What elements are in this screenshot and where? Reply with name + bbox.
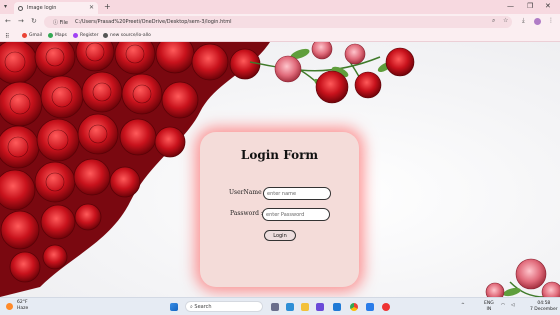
new-tab-button[interactable]: + <box>104 2 111 11</box>
menu-icon[interactable]: ⋮ <box>548 17 554 24</box>
taskbar-search[interactable]: ⌕ Search <box>185 301 263 312</box>
windows-taskbar: 62°F Haze ⌕ Search ^ ENG IN ◠ ◁ 04:58 7 Dec… <box>0 297 560 315</box>
language-indicator[interactable]: ENG IN <box>484 301 494 312</box>
bookmark-maps[interactable]: Maps <box>48 33 67 38</box>
tab-active[interactable]: Image login ✕ <box>14 2 98 14</box>
address-bar[interactable]: ⓘ File C:/Users/Prasad%20Preeti/OneDrive… <box>44 16 512 28</box>
login-form-card: Login Form UserName :- Password :- Login <box>200 132 359 287</box>
globe-icon <box>18 5 23 11</box>
maps-icon <box>48 33 53 38</box>
profile-avatar[interactable] <box>534 18 541 25</box>
task-view-icon[interactable] <box>271 303 279 311</box>
register-icon <box>73 33 78 38</box>
page-viewport: Login Form UserName :- Password :- Login <box>0 42 560 297</box>
clock[interactable]: 04:58 7 December <box>530 301 558 312</box>
volume-icon[interactable]: ◁ <box>511 303 514 309</box>
file-explorer-icon[interactable] <box>301 303 309 311</box>
reload-icon[interactable]: ↻ <box>31 17 37 25</box>
vscode-icon[interactable] <box>333 303 341 311</box>
weather-temp: 62°F <box>17 300 28 305</box>
forward-icon[interactable]: → <box>18 17 24 25</box>
username-input[interactable] <box>263 187 331 200</box>
bookmark-gmail[interactable]: Gmail <box>22 33 42 38</box>
wifi-icon[interactable]: ◠ <box>501 303 505 309</box>
login-button[interactable]: Login <box>264 230 296 241</box>
weather-icon <box>6 302 13 310</box>
download-icon[interactable]: ⤓ <box>522 17 525 25</box>
source-icon <box>103 33 108 38</box>
tab-bar: ▾ Image login ✕ + — ❐ ✕ <box>0 0 560 14</box>
gmail-icon <box>22 33 27 38</box>
login-title: Login Form <box>240 148 319 162</box>
file-chip[interactable]: ⓘ File <box>50 19 71 26</box>
store-icon[interactable] <box>366 303 374 311</box>
bookmark-register[interactable]: Register <box>73 33 99 38</box>
edge-icon[interactable] <box>286 303 294 311</box>
bookmarks-bar: ⠿ Gmail Maps Register new source/lo-allo <box>0 30 560 42</box>
bookmark-star-icon[interactable]: ☆ <box>503 17 508 24</box>
username-label: UserName :- <box>229 189 268 196</box>
tab-search-icon[interactable]: ▾ <box>4 3 7 10</box>
apps-grid-icon[interactable]: ⠿ <box>5 33 9 40</box>
password-label: Password :- <box>230 210 265 217</box>
zoom-icon[interactable]: ⌕ <box>492 17 495 25</box>
chrome-icon[interactable] <box>350 303 358 311</box>
close-tab-icon[interactable]: ✕ <box>89 4 94 11</box>
minimize-icon[interactable]: — <box>507 2 514 10</box>
weather-widget[interactable]: 62°F Haze <box>6 300 28 312</box>
back-icon[interactable]: ← <box>5 17 11 25</box>
bookmark-source[interactable]: new source/lo-allo <box>103 33 151 38</box>
tray-chevron-icon[interactable]: ^ <box>461 303 465 309</box>
record-icon[interactable] <box>382 303 390 311</box>
app-icon[interactable] <box>316 303 324 311</box>
tab-title: Image login <box>27 5 57 11</box>
start-windows-icon[interactable] <box>170 303 178 311</box>
weather-desc: Haze <box>17 306 29 311</box>
restore-icon[interactable]: ❐ <box>527 2 533 10</box>
password-input[interactable] <box>262 208 330 221</box>
close-window-icon[interactable]: ✕ <box>545 2 551 10</box>
url-text[interactable]: C:/Users/Prasad%20Preeti/OneDrive/Deskto… <box>75 19 232 25</box>
browser-toolbar: ← → ↻ ⓘ File C:/Users/Prasad%20Preeti/On… <box>0 14 560 30</box>
